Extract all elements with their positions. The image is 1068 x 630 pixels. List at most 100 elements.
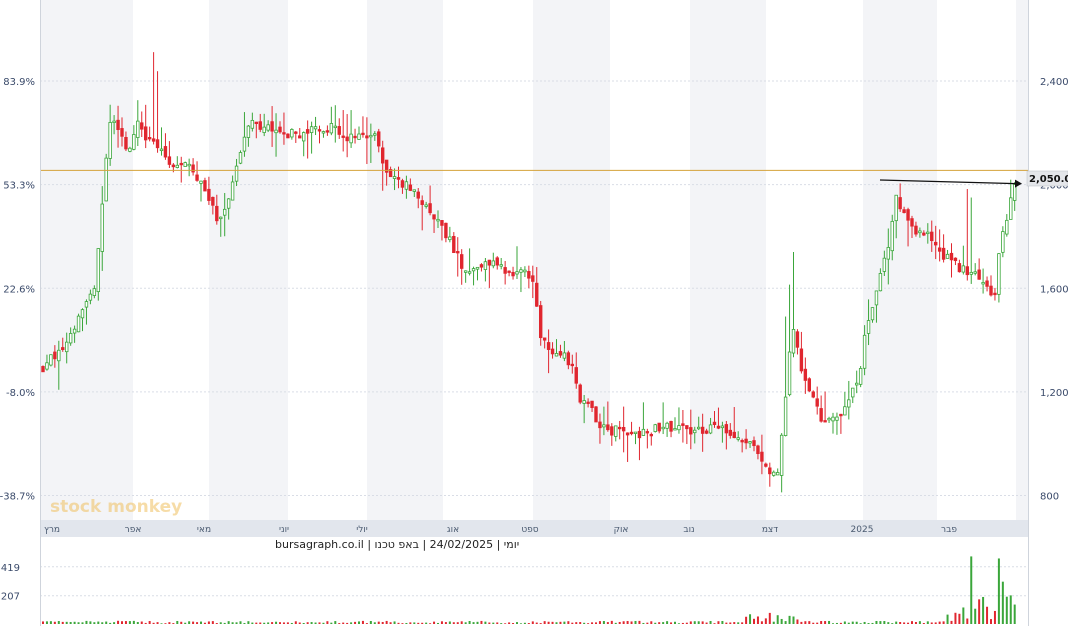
- candle-body: [945, 253, 950, 259]
- volume-bar: [480, 620, 483, 624]
- candle-body: [870, 307, 875, 321]
- candle-body: [313, 126, 318, 130]
- candle-body: [578, 384, 582, 403]
- candle-body: [100, 203, 104, 252]
- candle-body: [689, 427, 693, 435]
- volume-bar: [65, 621, 68, 624]
- volume-bar: [132, 620, 135, 624]
- candle-body: [677, 425, 681, 431]
- volume-bar: [547, 621, 550, 624]
- candle-body: [448, 236, 452, 241]
- candle-body: [878, 273, 883, 292]
- candle-body: [807, 378, 811, 392]
- candle-body: [649, 433, 653, 437]
- y-right-tick-label: 2,400: [1040, 77, 1068, 88]
- candle-body: [661, 426, 665, 430]
- volume-bar: [764, 618, 767, 624]
- candle-body: [756, 445, 760, 455]
- volume-bar: [946, 614, 949, 624]
- volume-bar: [85, 620, 88, 624]
- volume-bar: [531, 621, 534, 624]
- volume-bar: [934, 622, 937, 624]
- x-tick-label: אוג: [447, 525, 459, 535]
- candle-body: [550, 348, 555, 355]
- volume-bar: [275, 621, 278, 624]
- candle-body: [325, 130, 330, 133]
- candle-body: [286, 133, 290, 139]
- month-band: [40, 0, 133, 520]
- candle-body: [65, 341, 69, 353]
- candle-body: [740, 440, 744, 443]
- candle-body: [499, 264, 503, 267]
- volume-bar: [448, 621, 451, 624]
- candle-body: [558, 351, 563, 356]
- month-band: [863, 0, 937, 520]
- volume-bar: [488, 622, 491, 624]
- volume-bar: [109, 622, 112, 624]
- candle-body: [969, 271, 973, 275]
- volume-bar: [417, 622, 420, 624]
- volume-bar: [330, 622, 333, 624]
- volume-bar: [760, 621, 763, 624]
- volume-bar: [808, 621, 811, 624]
- candle-body: [136, 120, 140, 138]
- volume-bar: [626, 621, 629, 624]
- volume-bar: [263, 622, 266, 624]
- volume-bar: [302, 622, 305, 624]
- candle-body: [475, 266, 480, 270]
- volume-bar: [958, 613, 961, 624]
- volume-bar: [464, 622, 467, 624]
- volume-bar: [69, 622, 72, 624]
- candle-body: [183, 162, 187, 167]
- candle-body: [823, 420, 827, 423]
- volume-bar: [326, 621, 329, 624]
- candle-body: [495, 257, 499, 266]
- volume-bar: [962, 607, 965, 624]
- volume-bar: [595, 622, 597, 624]
- candle-body: [641, 428, 646, 436]
- volume-bar: [918, 621, 921, 624]
- volume-bar: [784, 621, 787, 624]
- candle-body: [621, 426, 626, 432]
- volume-bar: [425, 622, 428, 624]
- y-right-tick-label: 1,600: [1040, 284, 1068, 295]
- volume-bar: [180, 621, 183, 624]
- candle-body: [290, 129, 294, 138]
- candle-body: [349, 133, 353, 144]
- volume-bar: [377, 621, 380, 624]
- candle-body: [819, 408, 823, 422]
- month-band: [209, 0, 288, 520]
- candle-body: [53, 351, 57, 360]
- candle-body: [791, 329, 796, 354]
- candle-body: [108, 122, 112, 159]
- volume-bar: [539, 623, 542, 624]
- candle-body: [104, 157, 108, 202]
- candle-body: [716, 425, 721, 429]
- candle-body: [487, 259, 492, 266]
- volume-bar: [658, 622, 661, 624]
- volume-bar: [1009, 595, 1012, 624]
- volume-bar: [160, 623, 163, 624]
- candle-body: [507, 270, 511, 273]
- candle-body: [408, 184, 413, 191]
- candle-body: [546, 342, 551, 350]
- candle-body: [337, 126, 341, 135]
- volume-bar: [148, 621, 151, 624]
- candle-body: [432, 214, 436, 220]
- volume-bar: [563, 621, 566, 624]
- volume-bar: [614, 622, 617, 624]
- candle-body: [922, 232, 926, 236]
- volume-bar: [768, 612, 771, 624]
- volume-bar: [879, 621, 882, 624]
- volume-bar: [437, 622, 439, 624]
- volume-bar: [646, 622, 649, 624]
- candle-body: [835, 416, 839, 421]
- volume-bar: [73, 621, 76, 624]
- candle-body: [120, 128, 124, 137]
- volume-bar: [828, 620, 831, 624]
- candle-body: [930, 231, 934, 242]
- volume-bar: [717, 621, 720, 624]
- candle-body: [404, 181, 409, 190]
- x-tick-label: מאי: [197, 525, 211, 535]
- volume-tick-label: 419: [1, 563, 20, 574]
